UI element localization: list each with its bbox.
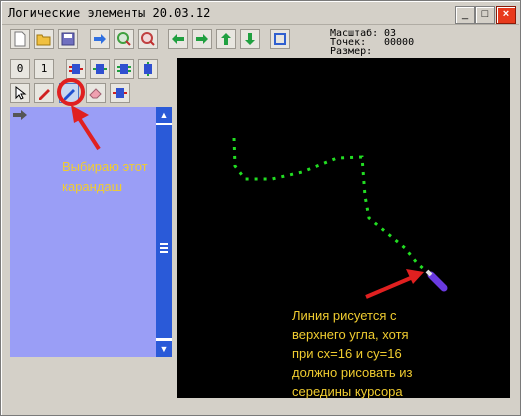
- pen-cursor: [425, 269, 448, 292]
- open-folder-icon: [36, 34, 51, 46]
- eraser-button[interactable]: [86, 83, 106, 103]
- arrow-right-icon: [196, 34, 208, 44]
- gate-button-4[interactable]: [138, 59, 158, 79]
- zoom-in-button[interactable]: [114, 29, 134, 49]
- zero-button[interactable]: 0: [10, 59, 30, 79]
- export-button[interactable]: [90, 29, 110, 49]
- gate-button-1[interactable]: [66, 59, 86, 79]
- cursor-pointer-icon: [15, 85, 27, 100]
- open-file-button[interactable]: [34, 29, 54, 49]
- line-annotation-line-4: должно рисовать из: [292, 365, 413, 380]
- blue-pencil-button[interactable]: [59, 83, 79, 103]
- gate-icon: [144, 62, 152, 76]
- scroll-thumb[interactable]: [156, 125, 172, 338]
- element-panel[interactable]: Выбираю этот карандаш: [10, 107, 156, 357]
- new-file-button[interactable]: [10, 29, 30, 49]
- minimize-button[interactable]: _: [455, 6, 475, 24]
- app-window: Логические элементы 20.03.12 _ □ × Масшт…: [0, 0, 521, 416]
- gate-button-2[interactable]: [90, 59, 110, 79]
- line-annotation-line-5: середины курсора: [292, 384, 403, 399]
- blue-pencil-icon: [64, 89, 75, 100]
- select-tool-button[interactable]: [10, 83, 30, 103]
- panel-arrow-icon: [13, 110, 27, 120]
- red-pencil-icon: [39, 89, 50, 100]
- fit-view-button[interactable]: [270, 29, 290, 49]
- move-left-button[interactable]: [168, 29, 188, 49]
- points-value: 00000: [384, 37, 415, 48]
- arrow-down-icon: [245, 33, 255, 45]
- red-pencil-button[interactable]: [34, 83, 54, 103]
- pencil-annotation-line-1: Выбираю этот: [62, 159, 148, 174]
- fit-view-icon: [274, 33, 286, 45]
- gate-icon: [93, 64, 107, 74]
- gate-icon: [113, 88, 127, 98]
- zoom-in-icon: [117, 32, 131, 46]
- line-annotation-line-2: верхнего угла, хотя: [292, 327, 409, 342]
- gate-button-5[interactable]: [110, 83, 130, 103]
- gate-icon: [117, 64, 131, 74]
- drawn-line: [232, 137, 429, 274]
- gate-icon: [69, 64, 83, 74]
- scroll-up-button[interactable]: ▲: [156, 107, 172, 123]
- line-annotation-line-1: Линия рисуется с: [292, 308, 397, 323]
- move-up-button[interactable]: [216, 29, 236, 49]
- eraser-icon: [89, 88, 102, 99]
- line-annotation-line-3: при cx=16 и cy=16: [292, 346, 402, 361]
- move-down-button[interactable]: [240, 29, 260, 49]
- gate-button-3[interactable]: [114, 59, 134, 79]
- arrow-left-icon: [172, 34, 184, 44]
- scroll-down-button[interactable]: ▼: [156, 341, 172, 357]
- maximize-button[interactable]: □: [475, 6, 495, 24]
- new-file-icon: [14, 31, 26, 47]
- zoom-out-button[interactable]: [138, 29, 158, 49]
- save-disk-icon: [61, 32, 75, 46]
- one-button[interactable]: 1: [34, 59, 54, 79]
- drawing-canvas[interactable]: Линия рисуется с верхнего угла, хотя при…: [177, 58, 510, 399]
- size-label: Размер:: [330, 46, 373, 57]
- move-right-button[interactable]: [192, 29, 212, 49]
- arrow-up-icon: [221, 33, 231, 45]
- window-title: Логические элементы 20.03.12: [8, 6, 211, 20]
- save-button[interactable]: [58, 29, 78, 49]
- arrow-right-icon: [94, 34, 106, 44]
- title-bar: Логические элементы 20.03.12 _ □ ×: [2, 2, 519, 25]
- pencil-annotation-line-2: карандаш: [62, 179, 123, 194]
- panel-scrollbar[interactable]: ▲ ▼: [156, 107, 172, 357]
- zoom-out-icon: [141, 32, 155, 46]
- close-button[interactable]: ×: [496, 6, 516, 24]
